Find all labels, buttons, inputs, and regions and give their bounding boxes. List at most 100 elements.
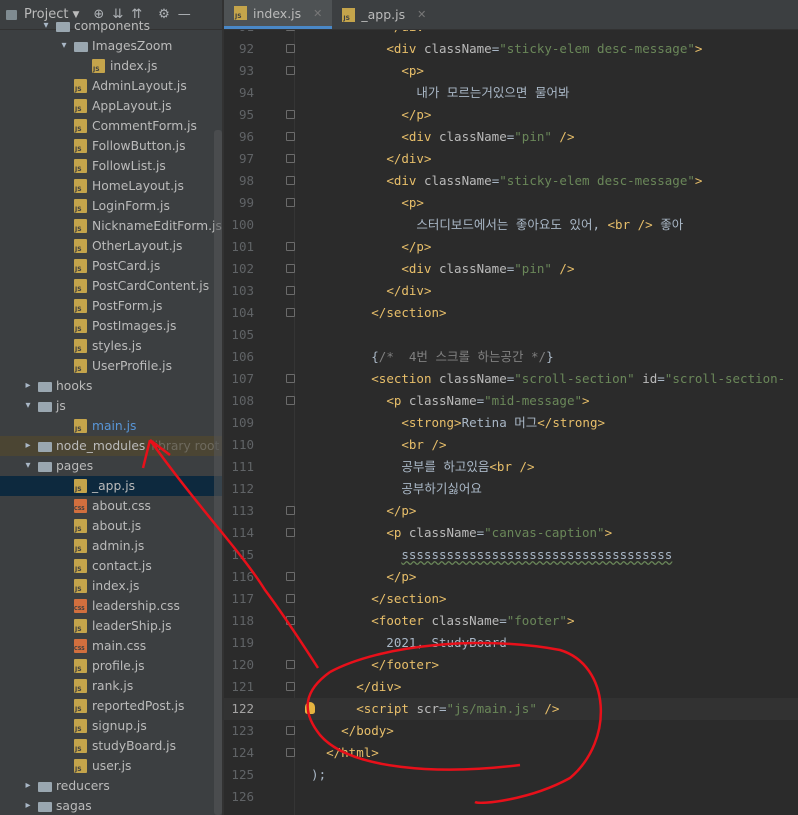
close-icon[interactable]: ✕: [313, 7, 322, 20]
fold-marker-icon[interactable]: [286, 264, 295, 273]
fold-marker-icon[interactable]: [286, 176, 295, 185]
fold-marker-icon[interactable]: [286, 748, 295, 757]
fold-marker-icon[interactable]: [286, 198, 295, 207]
tree-file[interactable]: PostCardContent.js: [0, 276, 224, 296]
fold-marker-icon[interactable]: [286, 110, 295, 119]
tree-file[interactable]: _app.js: [0, 476, 224, 496]
code-line[interactable]: 125 );: [224, 764, 798, 786]
code-line[interactable]: 108 <p className="mid-message">: [224, 390, 798, 412]
tree-folder[interactable]: ▾ pages: [0, 456, 224, 476]
tree-file[interactable]: profile.js: [0, 656, 224, 676]
tab-appjs[interactable]: _app.js ✕: [332, 0, 436, 29]
code-line[interactable]: 106 {/* 4번 스크롤 하는공간 */}: [224, 346, 798, 368]
code-line[interactable]: 112 공부하기싫어요: [224, 478, 798, 500]
fold-marker-icon[interactable]: [286, 616, 295, 625]
fold-marker-icon[interactable]: [286, 308, 295, 317]
tree-file[interactable]: main.css: [0, 636, 224, 656]
tree-file[interactable]: about.css: [0, 496, 224, 516]
fold-marker-icon[interactable]: [286, 506, 295, 515]
code-line[interactable]: 101 </p>: [224, 236, 798, 258]
code-line[interactable]: 123 </body>: [224, 720, 798, 742]
tree-file[interactable]: user.js: [0, 756, 224, 776]
fold-marker-icon[interactable]: [286, 726, 295, 735]
tree-file[interactable]: LoginForm.js: [0, 196, 224, 216]
tree-file[interactable]: PostForm.js: [0, 296, 224, 316]
fold-marker-icon[interactable]: [286, 374, 295, 383]
code-line[interactable]: 103 </div>: [224, 280, 798, 302]
fold-marker-icon[interactable]: [286, 66, 295, 75]
tree-folder[interactable]: ▸ sagas: [0, 796, 224, 815]
chevron-down-icon[interactable]: ▾: [22, 396, 34, 416]
tree-file[interactable]: admin.js: [0, 536, 224, 556]
code-line[interactable]: 115 ssssssssssssssssssssssssssssssssssss: [224, 544, 798, 566]
code-line[interactable]: 94 내가 모르는거있으면 물어봐: [224, 82, 798, 104]
chevron-right-icon[interactable]: ▸: [22, 436, 34, 456]
code-line[interactable]: 96 <div className="pin" />: [224, 126, 798, 148]
chevron-down-icon[interactable]: ▾: [58, 36, 70, 56]
code-line[interactable]: 120 </footer>: [224, 654, 798, 676]
code-line[interactable]: 121 </div>: [224, 676, 798, 698]
code-line[interactable]: 98 <div className="sticky-elem desc-mess…: [224, 170, 798, 192]
code-area[interactable]: 91 </div>92 <div className="sticky-elem …: [224, 16, 798, 815]
tree-file[interactable]: NicknameEditForm.js: [0, 216, 224, 236]
fold-marker-icon[interactable]: [286, 682, 295, 691]
code-line[interactable]: 99 <p>: [224, 192, 798, 214]
tree-folder[interactable]: ▸ hooks: [0, 376, 224, 396]
tree-file[interactable]: HomeLayout.js: [0, 176, 224, 196]
fold-marker-icon[interactable]: [286, 44, 295, 53]
tree-file[interactable]: AppLayout.js: [0, 96, 224, 116]
tree-file[interactable]: contact.js: [0, 556, 224, 576]
tree-file[interactable]: FollowList.js: [0, 156, 224, 176]
tree-file[interactable]: rank.js: [0, 676, 224, 696]
code-line[interactable]: 124 </html>: [224, 742, 798, 764]
tree-file[interactable]: AdminLayout.js: [0, 76, 224, 96]
tree-file[interactable]: PostCard.js: [0, 256, 224, 276]
tree-file[interactable]: reportedPost.js: [0, 696, 224, 716]
tree-file[interactable]: main.js: [0, 416, 224, 436]
code-line[interactable]: 118 <footer className="footer">: [224, 610, 798, 632]
close-icon[interactable]: ✕: [417, 8, 426, 21]
code-line[interactable]: 100 스터디보드에서는 좋아요도 있어, <br /> 좋아: [224, 214, 798, 236]
tree-folder[interactable]: ▾ js: [0, 396, 224, 416]
tree-file[interactable]: about.js: [0, 516, 224, 536]
chevron-right-icon[interactable]: ▸: [22, 776, 34, 796]
tree-file[interactable]: PostImages.js: [0, 316, 224, 336]
code-line[interactable]: 122 <script scr="js/main.js" />: [224, 698, 798, 720]
fold-marker-icon[interactable]: [286, 132, 295, 141]
code-line[interactable]: 111 공부를 하고있음<br />: [224, 456, 798, 478]
tree-scrollbar[interactable]: [214, 130, 222, 815]
fold-marker-icon[interactable]: [286, 286, 295, 295]
code-line[interactable]: 126: [224, 786, 798, 808]
tree-file[interactable]: CommentForm.js: [0, 116, 224, 136]
chevron-right-icon[interactable]: ▸: [22, 376, 34, 396]
fold-marker-icon[interactable]: [286, 396, 295, 405]
code-line[interactable]: 92 <div className="sticky-elem desc-mess…: [224, 38, 798, 60]
code-line[interactable]: 116 </p>: [224, 566, 798, 588]
tree-folder[interactable]: ▸ reducers: [0, 776, 224, 796]
fold-marker-icon[interactable]: [286, 572, 295, 581]
code-line[interactable]: 93 <p>: [224, 60, 798, 82]
tab-indexjs[interactable]: index.js ✕: [224, 0, 333, 29]
code-line[interactable]: 104 </section>: [224, 302, 798, 324]
tree-folder[interactable]: ▾ ImagesZoom: [0, 36, 224, 56]
code-line[interactable]: 95 </p>: [224, 104, 798, 126]
code-line[interactable]: 102 <div className="pin" />: [224, 258, 798, 280]
tree-file[interactable]: index.js: [0, 56, 224, 76]
fold-marker-icon[interactable]: [286, 528, 295, 537]
tree-file[interactable]: signup.js: [0, 716, 224, 736]
fold-marker-icon[interactable]: [286, 594, 295, 603]
code-line[interactable]: 110 <br />: [224, 434, 798, 456]
tree-file[interactable]: OtherLayout.js: [0, 236, 224, 256]
fold-marker-icon[interactable]: [286, 242, 295, 251]
tree-file[interactable]: leadership.css: [0, 596, 224, 616]
tree-file[interactable]: index.js: [0, 576, 224, 596]
tree-folder[interactable]: ▸ node_modules library root: [0, 436, 224, 456]
code-line[interactable]: 119 2021, StudyBoard: [224, 632, 798, 654]
tree-file[interactable]: UserProfile.js: [0, 356, 224, 376]
chevron-down-icon[interactable]: ▾: [40, 16, 52, 36]
tree-file[interactable]: FollowButton.js: [0, 136, 224, 156]
tree-file[interactable]: studyBoard.js: [0, 736, 224, 756]
code-line[interactable]: 105: [224, 324, 798, 346]
tree-folder[interactable]: ▾ components: [0, 16, 224, 36]
code-line[interactable]: 97 </div>: [224, 148, 798, 170]
